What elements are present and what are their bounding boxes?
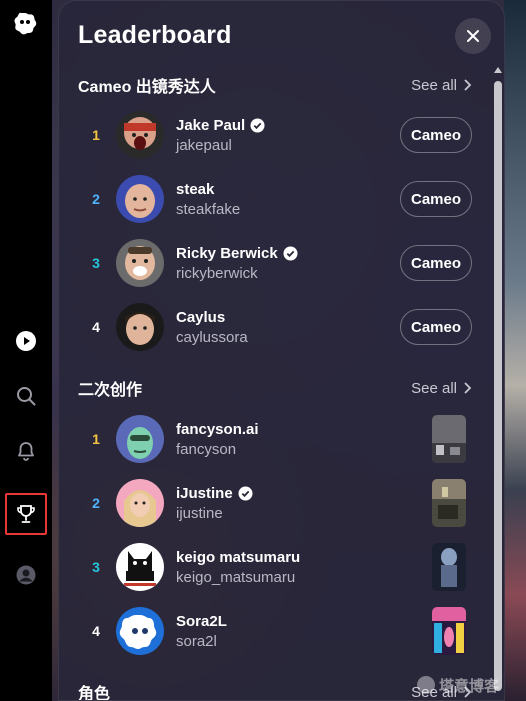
- rank-number: 1: [92, 127, 100, 143]
- user-name: Ricky Berwick: [176, 244, 278, 262]
- user-name: steak: [176, 180, 215, 198]
- rank-number: 4: [92, 623, 100, 639]
- page-title: Leaderboard: [78, 21, 232, 49]
- cameo-button[interactable]: Cameo: [400, 245, 472, 281]
- see-all-label: See all: [411, 379, 457, 397]
- section-title: Cameo 出镜秀达人: [78, 79, 216, 96]
- scroll-up-arrow-icon[interactable]: [494, 67, 502, 73]
- left-rail: [0, 0, 52, 701]
- chevron-right-icon: [464, 79, 472, 91]
- list-item[interactable]: 2 iJustine ijustine: [78, 475, 472, 531]
- user-name: fancyson.ai: [176, 420, 259, 438]
- app-logo-icon[interactable]: [12, 10, 38, 36]
- user-name: Caylus: [176, 308, 226, 326]
- leaderboard-panel: Leaderboard Cameo 出镜秀达人 See all 1 Jake P…: [58, 0, 505, 701]
- section-title: 二次创作: [78, 382, 143, 399]
- list-item[interactable]: 4 Caylus caylussora Cameo: [78, 299, 472, 355]
- avatar: [116, 479, 164, 527]
- section-header-characters: 角色 See all: [78, 682, 472, 701]
- rank-number: 3: [92, 255, 100, 271]
- see-all-label: See all: [411, 76, 457, 94]
- video-thumbnail[interactable]: [432, 479, 466, 527]
- list-item[interactable]: 3 Ricky Berwick rickyberwick Cameo: [78, 235, 472, 291]
- section-header-cameo: Cameo 出镜秀达人 See all: [78, 75, 472, 96]
- bell-icon[interactable]: [13, 438, 39, 464]
- video-play-icon[interactable]: [13, 328, 39, 354]
- avatar: [116, 543, 164, 591]
- verified-badge-icon: [238, 486, 253, 500]
- list-item[interactable]: 4 Sora2L sora2l: [78, 603, 472, 659]
- rank-number: 1: [92, 431, 100, 447]
- section-title: 角色: [78, 686, 111, 701]
- avatar: [116, 239, 164, 287]
- rank-number: 2: [92, 495, 100, 511]
- user-handle: rickyberwick: [176, 264, 258, 282]
- list-item[interactable]: 1 Jake Paul jakepaul Cameo: [78, 107, 472, 163]
- user-handle: keigo_matsumaru: [176, 568, 296, 586]
- user-handle: fancyson: [176, 440, 237, 458]
- user-name: keigo matsumaru: [176, 548, 301, 566]
- see-all-link[interactable]: See all: [411, 77, 472, 94]
- trophy-icon[interactable]: [5, 493, 47, 535]
- watermark-logo-icon: [417, 676, 435, 694]
- watermark-text: 塔意博客: [439, 677, 500, 695]
- avatar: [116, 111, 164, 159]
- rank-number: 2: [92, 191, 100, 207]
- close-button[interactable]: [455, 18, 491, 54]
- cameo-button[interactable]: Cameo: [400, 309, 472, 345]
- scrollbar[interactable]: [493, 65, 503, 700]
- see-all-link[interactable]: See all: [411, 380, 472, 397]
- rank-number: 3: [92, 559, 100, 575]
- search-icon[interactable]: [13, 383, 39, 409]
- cameo-button[interactable]: Cameo: [400, 181, 472, 217]
- feed-preview-edge: [504, 0, 526, 701]
- user-name: Jake Paul: [176, 116, 246, 134]
- video-thumbnail[interactable]: [432, 607, 466, 655]
- cameo-button[interactable]: Cameo: [400, 117, 472, 153]
- avatar: [116, 415, 164, 463]
- avatar: [116, 607, 164, 655]
- verified-badge-icon: [250, 118, 265, 132]
- user-handle: steakfake: [176, 200, 241, 218]
- user-handle: jakepaul: [176, 136, 232, 154]
- watermark: 塔意博客: [417, 672, 521, 698]
- user-handle: sora2l: [176, 632, 217, 650]
- list-item[interactable]: 2 steak steakfake Cameo: [78, 171, 472, 227]
- list-item[interactable]: 3 keigo matsumaru keigo_matsumaru: [78, 539, 472, 595]
- chevron-right-icon: [464, 382, 472, 394]
- user-handle: ijustine: [176, 504, 223, 522]
- avatar: [116, 175, 164, 223]
- verified-badge-icon: [283, 246, 298, 260]
- section-header-remix: 二次创作 See all: [78, 378, 472, 399]
- user-name: iJustine: [176, 484, 233, 502]
- user-handle: caylussora: [176, 328, 248, 346]
- video-thumbnail[interactable]: [432, 415, 466, 463]
- close-icon: [467, 30, 479, 42]
- user-name: Sora2L: [176, 612, 227, 630]
- rank-number: 4: [92, 319, 100, 335]
- video-thumbnail[interactable]: [432, 543, 466, 591]
- list-item[interactable]: 1 fancyson.ai fancyson: [78, 411, 472, 467]
- profile-icon[interactable]: [13, 562, 39, 588]
- scrollbar-thumb[interactable]: [494, 81, 502, 691]
- avatar: [116, 303, 164, 351]
